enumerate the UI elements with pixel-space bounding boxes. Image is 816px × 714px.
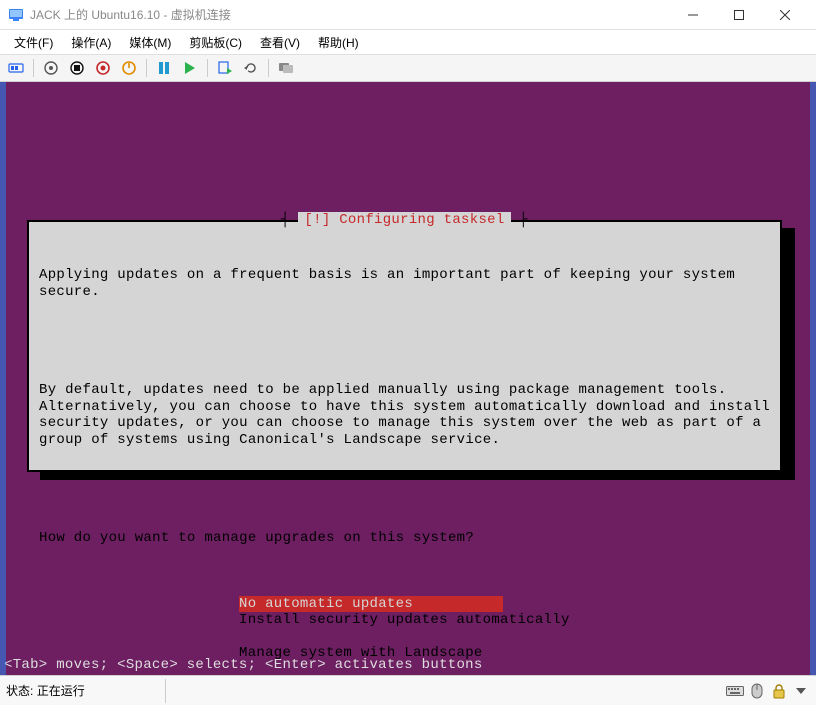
reset-icon[interactable] [178,56,202,80]
ctrl-alt-del-icon[interactable] [4,56,28,80]
menubar: 文件(F) 操作(A) 媒体(M) 剪贴板(C) 查看(V) 帮助(H) [0,30,816,54]
installer-dialog: ┤ [!] Configuring tasksel ├ Applying upd… [27,220,782,472]
menu-clipboard[interactable]: 剪贴板(C) [181,31,250,54]
option-no-auto-updates[interactable]: No automatic updates [239,596,503,613]
menu-action[interactable]: 操作(A) [63,31,119,54]
lock-icon [770,682,788,700]
revert-icon[interactable] [239,56,263,80]
chevron-down-icon[interactable] [792,682,810,700]
close-button[interactable] [762,0,808,30]
keyboard-hint: <Tab> moves; <Space> selects; <Enter> ac… [0,657,816,676]
dialog-title-row: ┤ [!] Configuring tasksel ├ [29,212,780,229]
pause-icon[interactable] [152,56,176,80]
window-title: JACK 上的 Ubuntu16.10 - 虚拟机连接 [30,6,670,23]
mouse-icon [748,682,766,700]
dialog-title: [!] Configuring tasksel [298,212,510,229]
checkpoint-icon[interactable] [213,56,237,80]
turnoff-icon[interactable] [65,56,89,80]
save-icon[interactable] [117,56,141,80]
statusbar: 状态: 正在运行 [0,675,816,705]
toolbar [0,54,816,82]
status-value: 正在运行 [37,682,85,699]
status-indicators [726,682,810,700]
menu-help[interactable]: 帮助(H) [310,31,367,54]
option-install-security-updates[interactable]: Install security updates automatically [239,612,770,629]
menu-view[interactable]: 查看(V) [252,31,308,54]
dialog-question: How do you want to manage upgrades on th… [39,530,770,547]
minimize-button[interactable] [670,0,716,30]
dialog-body: Applying updates on a frequent basis is … [39,234,770,580]
toolbar-separator [268,59,269,77]
window-titlebar: JACK 上的 Ubuntu16.10 - 虚拟机连接 [0,0,816,30]
dialog-paragraph: Applying updates on a frequent basis is … [39,267,770,300]
menu-file[interactable]: 文件(F) [6,31,61,54]
window-controls [670,0,808,30]
window-edge [0,82,6,675]
vm-display[interactable]: ┤ [!] Configuring tasksel ├ Applying upd… [0,82,816,675]
shutdown-icon[interactable] [91,56,115,80]
keyboard-icon [726,682,744,700]
dialog-paragraph: By default, updates need to be applied m… [39,382,770,448]
enhanced-session-icon[interactable] [274,56,298,80]
toolbar-separator [33,59,34,77]
terminal: ┤ [!] Configuring tasksel ├ Applying upd… [0,82,816,675]
maximize-button[interactable] [716,0,762,30]
status-label: 状态: [6,682,33,699]
menu-media[interactable]: 媒体(M) [121,31,179,54]
status-separator [165,679,166,703]
dialog-options: No automatic updates Install security up… [239,596,770,662]
toolbar-separator [207,59,208,77]
start-icon[interactable] [39,56,63,80]
toolbar-separator [146,59,147,77]
window-edge [810,82,816,675]
app-icon [8,7,24,23]
